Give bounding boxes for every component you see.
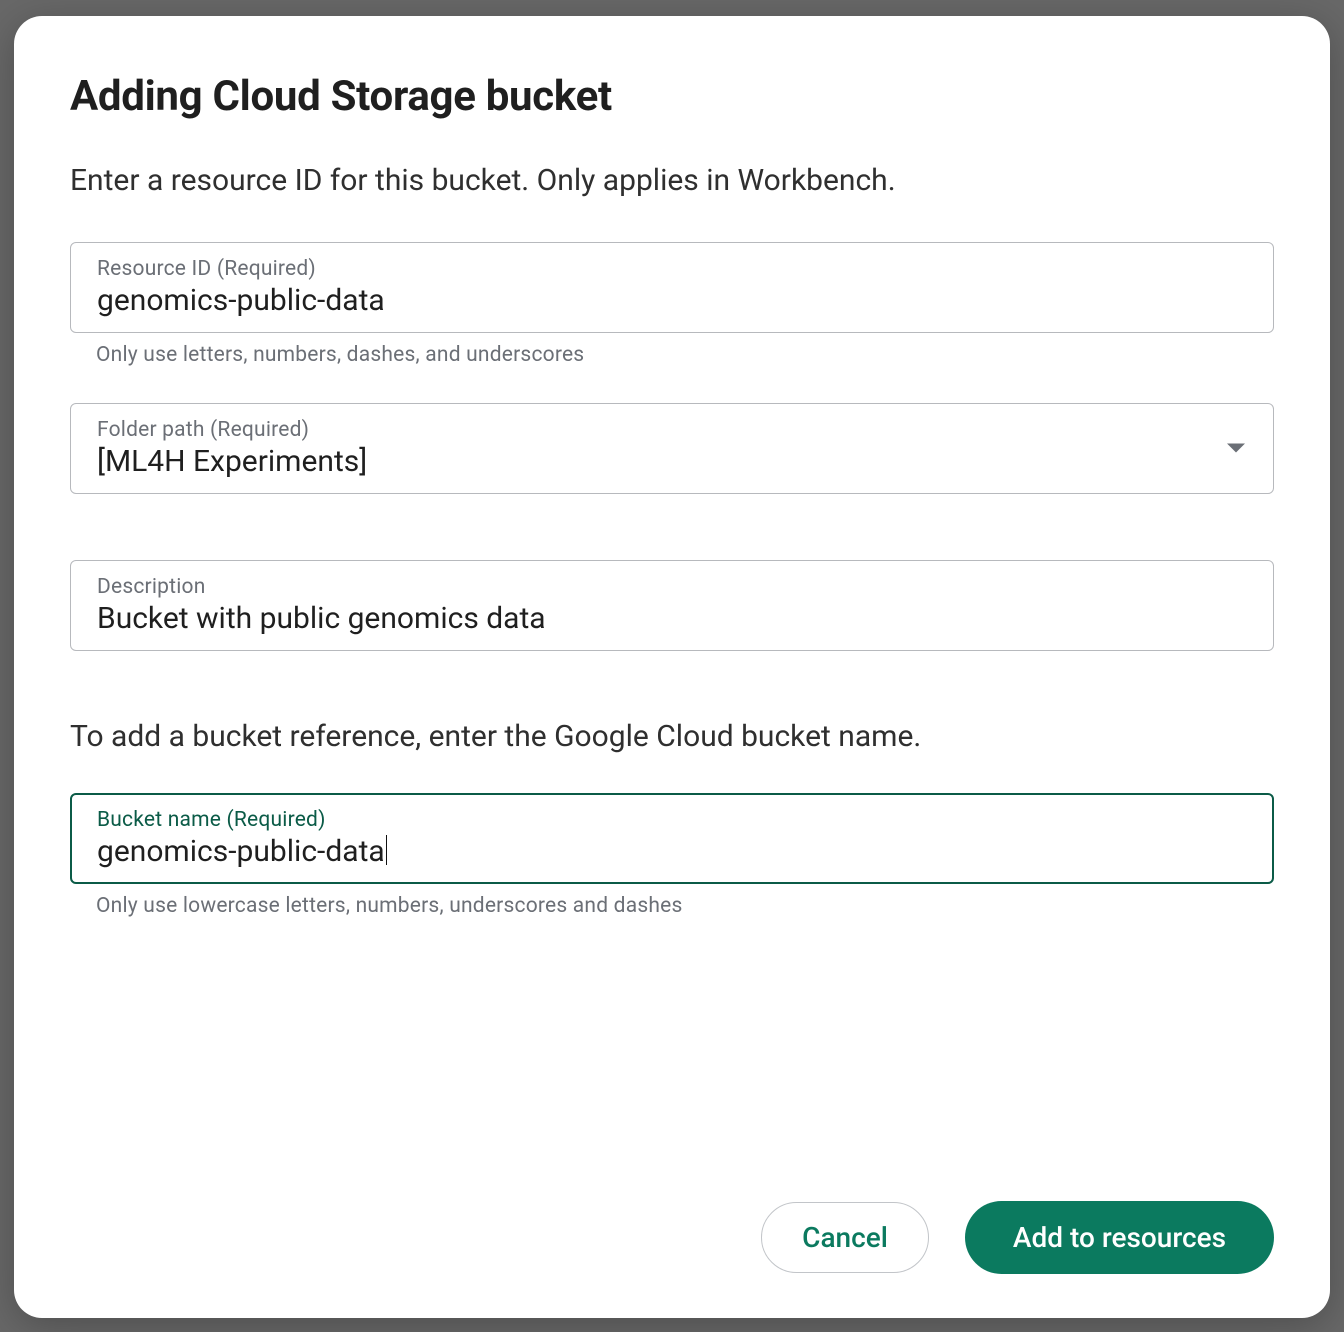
bucket-name-helper: Only use lowercase letters, numbers, und…: [96, 894, 1274, 918]
resource-id-field[interactable]: Resource ID (Required): [70, 242, 1274, 333]
resource-id-label: Resource ID (Required): [97, 257, 1247, 281]
folder-path-field[interactable]: Folder path (Required) [ML4H Experiments…: [70, 403, 1274, 494]
folder-path-value: [ML4H Experiments]: [97, 444, 1247, 479]
bucket-name-value-text: genomics-public-data: [97, 834, 385, 869]
chevron-down-icon: [1227, 444, 1245, 453]
folder-path-label: Folder path (Required): [97, 418, 1247, 442]
dialog-title: Adding Cloud Storage bucket: [70, 72, 1274, 121]
resource-id-helper: Only use letters, numbers, dashes, and u…: [96, 343, 1274, 367]
text-caret-icon: [386, 835, 388, 865]
bucket-name-input[interactable]: genomics-public-data: [97, 834, 1247, 869]
description-label: Description: [97, 575, 1247, 599]
bucket-name-field[interactable]: Bucket name (Required) genomics-public-d…: [70, 793, 1274, 884]
add-cloud-storage-bucket-dialog: Adding Cloud Storage bucket Enter a reso…: [14, 16, 1330, 1318]
cancel-button[interactable]: Cancel: [761, 1202, 929, 1273]
description-field[interactable]: Description: [70, 560, 1274, 651]
dialog-intro-text: Enter a resource ID for this bucket. Onl…: [70, 161, 1274, 202]
add-to-resources-button[interactable]: Add to resources: [965, 1201, 1274, 1274]
bucket-name-intro: To add a bucket reference, enter the Goo…: [70, 717, 1274, 758]
dialog-button-row: Cancel Add to resources: [761, 1201, 1274, 1274]
resource-id-input[interactable]: [97, 283, 1247, 318]
description-input[interactable]: [97, 601, 1247, 636]
bucket-name-label: Bucket name (Required): [97, 808, 1247, 832]
